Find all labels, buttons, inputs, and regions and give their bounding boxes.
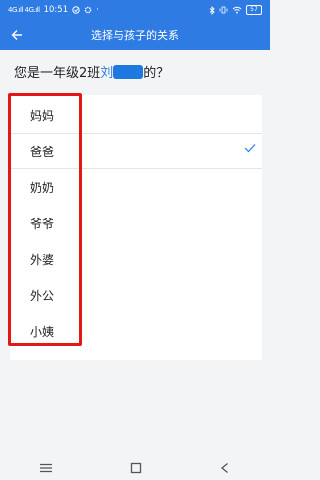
signal-indicator: 4G.ıll 4G.ıll (8, 6, 40, 14)
name-redaction (113, 65, 144, 79)
relation-option-label: 外公 (30, 288, 55, 303)
notification-icon (72, 6, 80, 14)
relation-list: 妈妈 爸爸 奶奶 爷爷 外婆 外公 小姨 (10, 95, 262, 360)
back-button[interactable] (8, 25, 26, 45)
relation-option-baba[interactable]: 爸爸 (10, 133, 262, 169)
student-name: 刘 (100, 66, 114, 81)
nav-back-icon[interactable] (219, 462, 231, 474)
relation-option-xiaoyi[interactable]: 小姨 (10, 313, 262, 349)
status-time: 10:51 (43, 5, 69, 15)
relation-option-label: 小姨 (30, 324, 55, 339)
relation-option-label: 爷爷 (30, 216, 55, 231)
question-prefix: 您是一年级2班 (14, 66, 101, 81)
status-bar: 4G.ıll 4G.ıll 10:51 · 57 (0, 0, 270, 20)
more-dots-icon: · (96, 5, 99, 15)
relation-option-yeye[interactable]: 爷爷 (10, 205, 262, 241)
back-arrow-icon (11, 30, 22, 40)
relation-option-label: 爸爸 (30, 144, 55, 159)
battery-icon: 57 (246, 5, 262, 15)
settings-icon (84, 6, 92, 14)
page-title: 选择与孩子的关系 (91, 29, 179, 42)
relation-option-label: 外婆 (30, 252, 55, 267)
bluetooth-icon (209, 5, 215, 15)
vibrate-icon (219, 6, 228, 14)
relation-question: 您是一年级2班刘 的？ (14, 62, 264, 81)
system-nav-bar (0, 456, 270, 480)
wifi-icon (232, 6, 242, 14)
relation-option-waigong[interactable]: 外公 (10, 277, 262, 313)
nav-menu-icon[interactable] (39, 463, 53, 473)
relation-option-label: 妈妈 (30, 108, 55, 123)
header-bar: 选择与孩子的关系 (0, 20, 270, 50)
relation-option-label: 奶奶 (30, 180, 55, 195)
nav-home-icon[interactable] (130, 462, 142, 474)
relation-option-nainai[interactable]: 奶奶 (10, 169, 262, 205)
relation-option-waipo[interactable]: 外婆 (10, 241, 262, 277)
relation-option-mama[interactable]: 妈妈 (10, 97, 262, 133)
question-suffix: 的？ (143, 66, 170, 81)
check-icon (244, 144, 256, 153)
